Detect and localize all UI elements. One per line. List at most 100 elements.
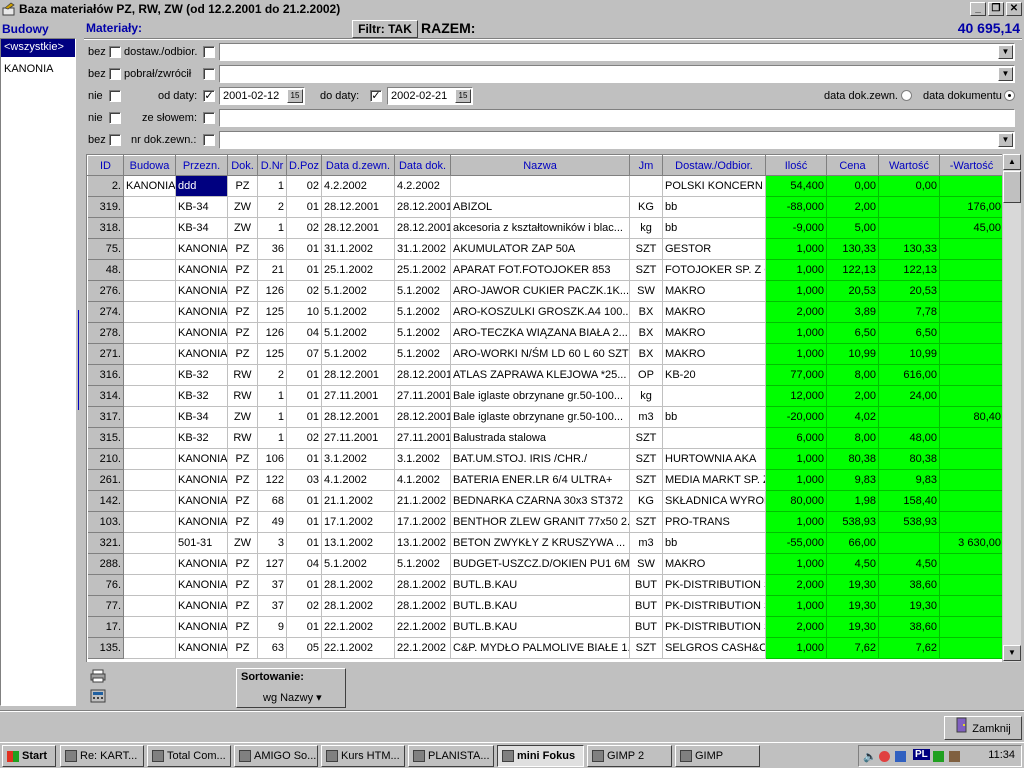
table-cell[interactable]: 19,30 [826,574,879,596]
taskbar-button[interactable]: AMIGO So... [234,745,318,767]
word-checkbox[interactable] [203,112,215,124]
column-header[interactable]: Ilość [765,155,827,176]
table-cell[interactable]: ZW [227,406,258,428]
table-cell[interactable] [123,490,176,512]
table-cell[interactable]: KB-34 [175,406,228,428]
table-cell[interactable]: 38,60 [878,574,940,596]
table-cell[interactable]: 4,50 [878,553,940,575]
table-cell[interactable] [450,175,630,197]
taskbar-button[interactable]: Re: KART... [60,745,144,767]
table-cell[interactable] [939,280,1002,302]
table-cell[interactable]: 5.1.2002 [394,553,451,575]
table-row[interactable]: 316. KB-32 RW 2 01 28.12.2001 28.12.2001 ATLAS … [87,364,1002,386]
tray-app-icon[interactable] [949,751,960,762]
column-header[interactable]: Budowa [123,155,176,176]
table-cell[interactable]: 288. [87,553,124,575]
table-cell[interactable]: 28.12.2001 [321,217,395,239]
table-cell[interactable]: BX [629,322,663,344]
table-cell[interactable]: 2,00 [826,385,879,407]
table-cell[interactable]: 28.1.2002 [321,595,395,617]
chevron-down-icon[interactable]: ▼ [998,133,1013,147]
table-cell[interactable]: 5.1.2002 [321,280,395,302]
date-nie-checkbox[interactable] [109,90,121,102]
table-cell[interactable]: RW [227,427,258,449]
table-cell[interactable]: 7,62 [878,637,940,659]
table-cell[interactable]: BUTL.B.KAU [450,595,630,617]
table-row[interactable]: 271. KANONIA PZ 125 07 5.1.2002 5.1.2002 ARO-WO… [87,343,1002,365]
budowy-list[interactable]: <wszystkie> KANONIA [0,38,76,706]
table-cell[interactable] [123,217,176,239]
table-cell[interactable]: BX [629,301,663,323]
table-cell[interactable]: PZ [227,574,258,596]
table-cell[interactable]: 05 [286,637,322,659]
table-cell[interactable]: 63 [257,637,287,659]
table-cell[interactable]: 28.12.2001 [321,196,395,218]
table-row[interactable]: 76. KANONIA PZ 37 01 28.1.2002 28.1.2002 BUTL.B… [87,574,1002,596]
table-cell[interactable]: 1,000 [765,553,827,575]
table-cell[interactable]: 314. [87,385,124,407]
table-cell[interactable]: 28.1.2002 [394,574,451,596]
table-cell[interactable] [123,301,176,323]
table-cell[interactable]: ATLAS ZAPRAWA KLEJOWA *25... [450,364,630,386]
table-cell[interactable]: MAKRO [662,301,766,323]
table-cell[interactable]: 130,33 [878,238,940,260]
table-cell[interactable]: ABIZOL [450,196,630,218]
extdoc-bez-checkbox[interactable] [109,134,121,146]
table-cell[interactable] [878,196,940,218]
column-header[interactable]: Nazwa [450,155,630,176]
extdoc-combo[interactable]: ▼ [219,131,1015,149]
table-cell[interactable]: 125 [257,301,287,323]
table-cell[interactable]: 25.1.2002 [394,259,451,281]
table-cell[interactable]: 5.1.2002 [394,301,451,323]
table-cell[interactable] [878,406,940,428]
table-cell[interactable]: 176,00 [939,196,1002,218]
close-icon[interactable]: ✕ [1006,2,1022,16]
table-cell[interactable] [939,595,1002,617]
table-cell[interactable] [939,238,1002,260]
table-cell[interactable]: 142. [87,490,124,512]
table-cell[interactable]: ARO-WORKI N/ŚM LD 60 L 60 SZT [450,343,630,365]
table-cell[interactable]: 4.2.2002 [321,175,395,197]
table-cell[interactable]: 3 630,00 [939,532,1002,554]
table-cell[interactable]: KANONIA [175,616,228,638]
calendar-icon[interactable]: 15 [455,89,471,103]
table-cell[interactable]: PK-DISTRIBUTION SF [662,595,766,617]
table-cell[interactable] [123,322,176,344]
table-cell[interactable]: 2,000 [765,616,827,638]
scroll-thumb[interactable] [1003,171,1021,203]
table-cell[interactable] [939,637,1002,659]
tray-app-icon[interactable] [933,751,944,762]
table-cell[interactable] [939,343,1002,365]
table-row[interactable]: 314. KB-32 RW 1 01 27.11.2001 27.11.2001 Bale i… [87,385,1002,407]
table-row[interactable]: 17. KANONIA PZ 9 01 22.1.2002 22.1.2002 BUTL.B.… [87,616,1002,638]
taskbar-button[interactable]: GIMP [675,745,760,767]
column-header[interactable]: ID [87,155,124,176]
table-cell[interactable]: 21.1.2002 [321,490,395,512]
table-cell[interactable]: akcesoria z kształtowników i blac... [450,217,630,239]
table-cell[interactable]: KB-34 [175,196,228,218]
table-cell[interactable]: BUT [629,574,663,596]
table-row[interactable]: 103. KANONIA PZ 49 01 17.1.2002 17.1.2002 BENTH… [87,511,1002,533]
table-cell[interactable]: SKŁADNICA WYROE [662,490,766,512]
table-cell[interactable]: 5.1.2002 [321,322,395,344]
word-input[interactable] [219,109,1015,127]
scroll-up-icon[interactable]: ▲ [1003,154,1021,170]
table-cell[interactable]: 13.1.2002 [321,532,395,554]
budowy-item-all[interactable]: <wszystkie> [1,39,75,57]
table-cell[interactable]: MAKRO [662,553,766,575]
table-cell[interactable]: ZW [227,196,258,218]
table-row[interactable]: 75. KANONIA PZ 36 01 31.1.2002 31.1.2002 AKUMUL… [87,238,1002,260]
table-cell[interactable]: 54,400 [765,175,827,197]
table-cell[interactable]: 316. [87,364,124,386]
column-header[interactable]: Data d.zewn. [321,155,395,176]
table-cell[interactable]: 2 [257,196,287,218]
supplier-checkbox[interactable] [203,46,215,58]
table-cell[interactable]: 2,000 [765,301,827,323]
column-header[interactable]: Przezn. [175,155,228,176]
table-cell[interactable]: 318. [87,217,124,239]
table-cell[interactable]: ARO-JAWOR CUKIER PACZK.1K... [450,280,630,302]
table-cell[interactable]: 01 [286,385,322,407]
table-cell[interactable] [123,238,176,260]
table-cell[interactable]: SW [629,553,663,575]
table-cell[interactable]: SZT [629,511,663,533]
